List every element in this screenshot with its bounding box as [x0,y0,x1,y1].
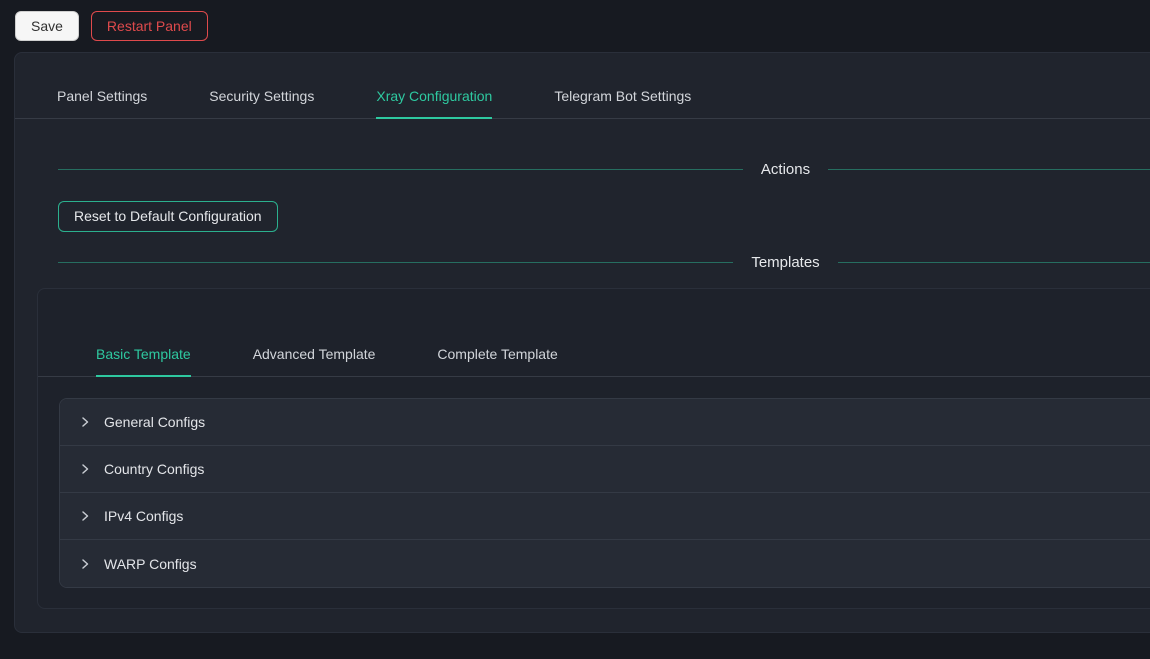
accordion-label: WARP Configs [104,556,197,572]
tab-telegram-bot-settings[interactable]: Telegram Bot Settings [554,77,691,119]
accordion-country-configs[interactable]: Country Configs [60,446,1150,493]
tab-complete-template[interactable]: Complete Template [437,335,557,377]
accordion-label: Country Configs [104,461,204,477]
templates-divider-title: Templates [751,254,819,271]
tab-security-settings[interactable]: Security Settings [209,77,314,119]
tab-xray-configuration[interactable]: Xray Configuration [376,77,492,119]
actions-divider-title: Actions [761,161,810,178]
settings-tab-bar: Panel Settings Security Settings Xray Co… [15,77,1150,119]
templates-divider: Templates [15,254,1150,271]
chevron-right-icon [79,463,91,475]
templates-card: Basic Template Advanced Template Complet… [37,288,1150,609]
chevron-right-icon [79,558,91,570]
top-toolbar: Save Restart Panel [0,0,1150,52]
actions-divider: Actions [15,161,1150,178]
accordion-label: IPv4 Configs [104,508,183,524]
accordion-warp-configs[interactable]: WARP Configs [60,540,1150,587]
accordion-ipv4-configs[interactable]: IPv4 Configs [60,493,1150,540]
settings-card: Panel Settings Security Settings Xray Co… [14,52,1150,633]
tab-advanced-template[interactable]: Advanced Template [253,335,376,377]
restart-panel-button[interactable]: Restart Panel [91,11,208,41]
reset-default-config-button[interactable]: Reset to Default Configuration [58,201,278,232]
save-button[interactable]: Save [15,11,79,41]
chevron-right-icon [79,510,91,522]
tab-basic-template[interactable]: Basic Template [96,335,191,377]
config-accordion: General Configs Country Configs IPv4 Con… [59,398,1150,588]
accordion-general-configs[interactable]: General Configs [60,399,1150,446]
chevron-right-icon [79,416,91,428]
tab-panel-settings[interactable]: Panel Settings [57,77,147,119]
accordion-label: General Configs [104,414,205,430]
template-tab-bar: Basic Template Advanced Template Complet… [38,335,1150,377]
